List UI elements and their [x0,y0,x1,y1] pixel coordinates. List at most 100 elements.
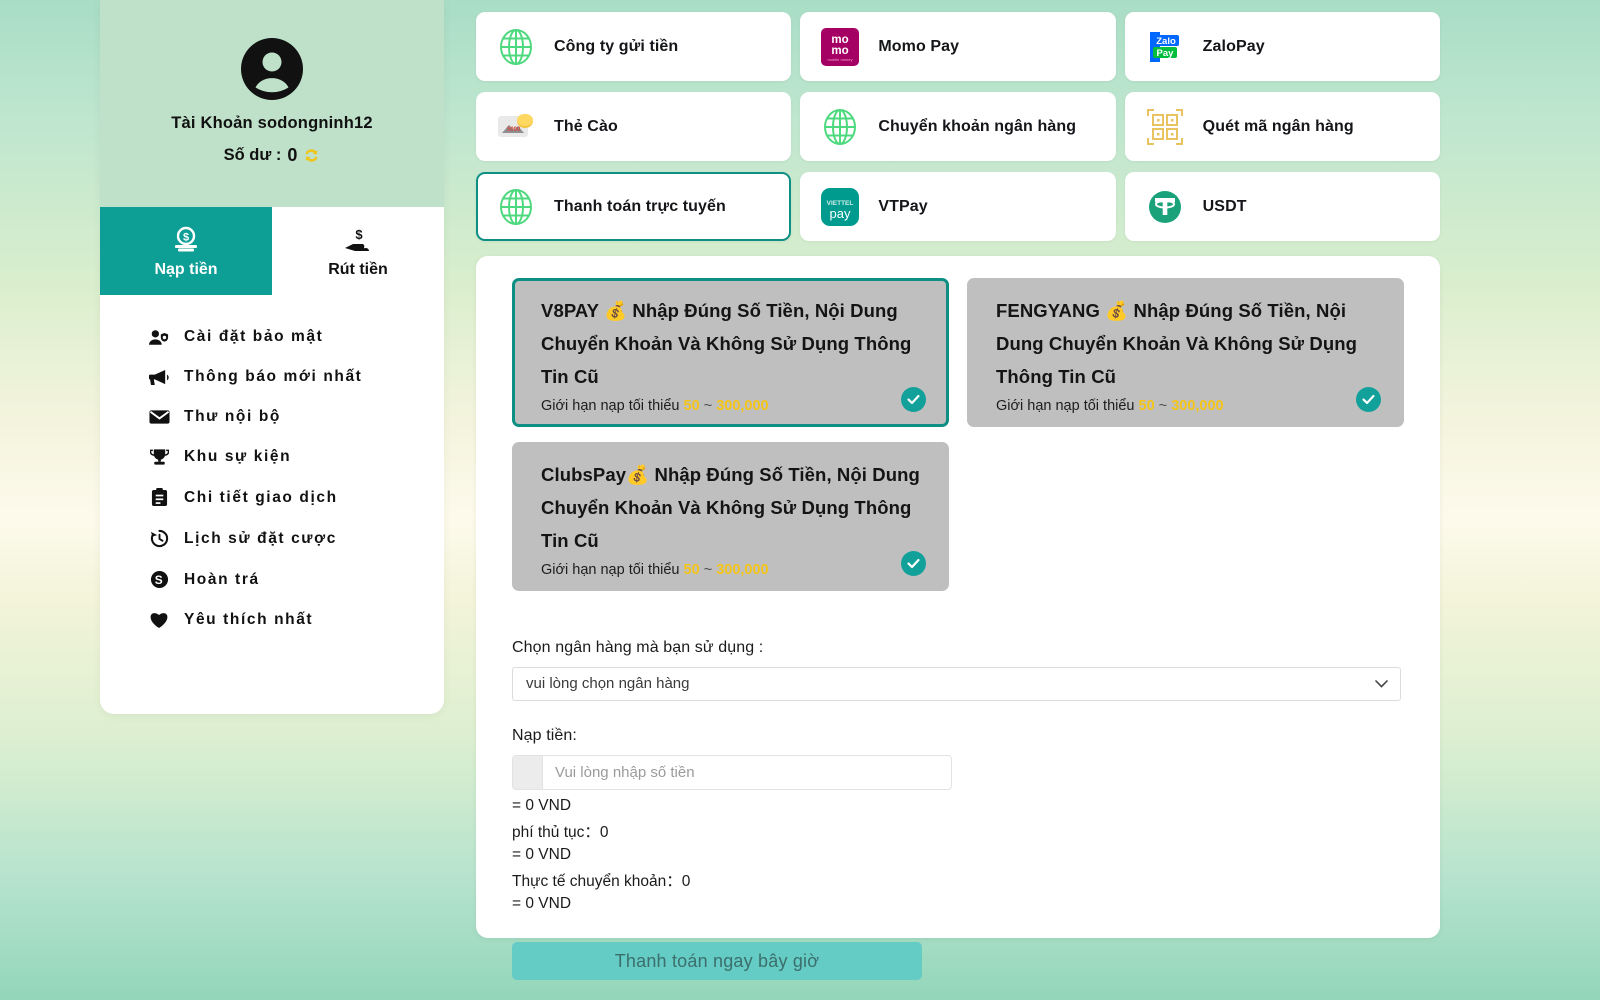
provider-grid: V8PAY 💰 Nhập Đúng Số Tiền, Nội Dung Chuy… [512,278,1404,591]
svg-text:mo: mo [832,45,849,57]
pay-now-button[interactable]: Thanh toán ngay bây giờ [512,942,922,981]
method-tile-scratch-card[interactable]: 5000 Thẻ Cào [476,92,792,161]
bank-select-wrap: vui lòng chọn ngân hàng [512,666,1401,701]
qr-code-icon [1143,105,1187,149]
user-avatar-icon [241,38,303,100]
tab-deposit[interactable]: $ Nạp tiền [100,207,272,295]
balance-row: Số dư : 0 [100,145,444,166]
fee-vnd-value: = 0 VND [512,845,572,863]
provider-limit-max: 300,000 [716,397,769,414]
svg-text:5000: 5000 [507,127,521,133]
method-tile-qr-scan[interactable]: Quét mã ngân hàng [1124,92,1440,161]
method-tile-online-payment[interactable]: Thanh toán trực tuyến [476,172,792,241]
globe-icon [818,105,862,149]
sidebar-item-rebate[interactable]: S Hoàn trá [100,559,444,600]
tether-logo-icon [1143,185,1187,229]
tab-deposit-label: Nạp tiền [154,260,218,278]
tab-withdraw[interactable]: $ Rút tiền [272,207,444,295]
provider-title: V8PAY 💰 Nhập Đúng Số Tiền, Nội Dung Chuy… [541,300,912,387]
megaphone-icon [148,369,170,386]
account-name: Tài Khoản sodongninh12 [171,114,373,132]
balance-tabs: $ Nạp tiền $ Rút tiền [100,207,444,295]
refresh-icon[interactable] [303,147,320,164]
provider-title: ClubsPay💰 Nhập Đúng Số Tiền, Nội Dung Ch… [541,463,920,551]
svg-text:mobile money: mobile money [828,57,853,62]
check-circle-icon [901,386,926,412]
sidebar-item-transaction-details[interactable]: Chi tiết giao dịch [100,477,444,518]
provider-limit-max: 300,000 [716,561,769,578]
provider-limit-sep: ~ [703,561,713,578]
tab-withdraw-label: Rút tiền [328,260,388,278]
method-tile-label: Công ty gửi tiền [554,37,679,55]
provider-limit-sep: ~ [1158,397,1168,414]
method-tile-momo-pay[interactable]: mo mo mobile money Momo Pay [800,12,1116,81]
svg-text:Pay: Pay [1156,48,1174,59]
method-tile-label: Thanh toán trực tuyến [554,197,726,215]
envelope-icon [148,409,170,425]
method-tile-zalopay[interactable]: Zalo Pay ZaloPay [1124,12,1440,81]
actual-value: 0 [681,872,691,890]
amount-input[interactable] [543,755,951,789]
momo-logo-icon: mo mo mobile money [818,25,862,69]
method-tile-bank-transfer[interactable]: Chuyển khoản ngân hàng [800,92,1116,161]
main-content: Công ty gửi tiền mo mo mobile money Momo… [476,0,1440,981]
provider-limit-prefix: Giới hạn nạp tối thiểu [541,397,680,414]
page-root: Tài Khoản sodongninh12 Số dư : 0 $ Nạp t… [0,0,1600,1000]
method-tile-label: Chuyển khoản ngân hàng [878,117,1077,135]
sidebar-item-bet-history[interactable]: Lịch sử đặt cược [100,518,444,559]
trophy-icon [148,448,170,466]
amount-vnd-value: = 0 VND [512,796,572,814]
withdraw-hand-icon: $ [342,224,374,254]
provider-card-fengyang[interactable]: FENGYANG 💰 Nhập Đúng Số Tiền, Nội Dung C… [967,278,1404,427]
method-tile-label: USDT [1202,197,1247,215]
payment-method-grid: Công ty gửi tiền mo mo mobile money Momo… [476,0,1440,241]
method-tile-vtpay[interactable]: VIETTEL pay VTPay [800,172,1116,241]
profile-header: Tài Khoản sodongninh12 Số dư : 0 [100,0,444,207]
method-tile-label: Momo Pay [878,37,960,55]
sidebar-item-security-settings[interactable]: Cài đặt bảo mật [100,317,444,357]
sidebar-item-internal-mail[interactable]: Thư nội bộ [100,397,444,437]
sidebar: Tài Khoản sodongninh12 Số dư : 0 $ Nạp t… [100,0,444,714]
history-clock-icon [148,529,170,548]
sidebar-item-latest-notifications[interactable]: Thông báo mới nhất [100,357,444,397]
heart-icon [148,611,170,629]
svg-text:$: $ [183,231,189,243]
amount-currency-prefix [513,755,543,789]
bank-select-label: Chọn ngân hàng mà bạn sử dụng : [512,638,764,656]
user-shield-icon [148,329,170,346]
provider-limit-min: 50 [683,561,700,578]
bank-select[interactable]: vui lòng chọn ngân hàng [512,666,1401,701]
sidebar-item-label: Chi tiết giao dịch [184,488,338,506]
sidebar-item-event-zone[interactable]: Khu sự kiện [100,437,444,477]
balance-label: Số dư : [223,146,282,164]
method-tile-company-deposit[interactable]: Công ty gửi tiền [476,12,792,81]
amount-input-row [512,754,952,790]
viettelpay-logo-icon: VIETTEL pay [818,185,862,229]
sidebar-item-label: Yêu thích nhất [184,611,314,628]
provider-limit-prefix: Giới hạn nạp tối thiểu [541,561,680,578]
amount-label: Nạp tiền: [512,726,577,744]
provider-limit-max: 300,000 [1171,397,1224,414]
deposit-coin-icon: $ [171,224,201,254]
sidebar-item-favorites[interactable]: Yêu thích nhất [100,600,444,640]
method-tile-usdt[interactable]: USDT [1124,172,1440,241]
sidebar-menu: Cài đặt bảo mật Thông báo mới nhất Thư n… [100,295,444,650]
provider-limit: Giới hạn nạp tối thiểu 50 ~ 300,000 [541,562,930,578]
check-circle-icon [1356,386,1381,412]
provider-card-clubspay[interactable]: ClubsPay💰 Nhập Đúng Số Tiền, Nội Dung Ch… [512,441,949,591]
provider-title: FENGYANG 💰 Nhập Đúng Số Tiền, Nội Dung C… [996,300,1358,387]
sidebar-item-label: Cài đặt bảo mật [184,328,324,345]
check-circle-icon [901,550,926,576]
provider-card-v8pay[interactable]: V8PAY 💰 Nhập Đúng Số Tiền, Nội Dung Chuy… [512,278,949,427]
zalopay-logo-icon: Zalo Pay [1143,25,1187,69]
sidebar-item-label: Thông báo mới nhất [184,368,363,385]
actual-vnd-value: = 0 VND [512,895,572,913]
svg-text:S: S [154,573,163,587]
fee-value: 0 [599,823,609,841]
svg-text:pay: pay [830,206,851,221]
provider-limit-prefix: Giới hạn nạp tối thiểu [996,397,1135,414]
provider-limit-min: 50 [683,397,700,414]
sidebar-item-label: Khu sự kiện [184,448,292,465]
svg-text:$: $ [355,227,363,242]
method-tile-label: Quét mã ngân hàng [1202,117,1354,135]
